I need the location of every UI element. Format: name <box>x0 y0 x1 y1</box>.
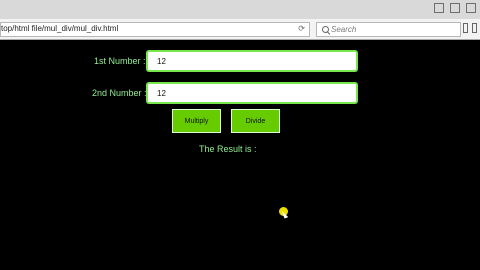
first-number-input[interactable] <box>146 50 358 72</box>
browser-toolbar: top/html file/mul_div/mul_div.html ⟳ Sea… <box>0 19 480 40</box>
multiply-button[interactable]: Multiply <box>172 109 221 133</box>
address-text[interactable]: top/html file/mul_div/mul_div.html <box>1 24 118 33</box>
clipboard-icon[interactable] <box>472 23 477 33</box>
second-number-label: 2nd Number : <box>92 88 147 98</box>
minimize-icon[interactable] <box>434 3 444 13</box>
result-label: The Result is : <box>199 144 257 154</box>
toolbar-icons[interactable] <box>463 23 477 33</box>
window-top-strip <box>0 0 480 19</box>
address-bar[interactable]: top/html file/mul_div/mul_div.html ⟳ <box>0 22 310 37</box>
maximize-icon[interactable] <box>450 3 460 13</box>
reload-icon[interactable]: ⟳ <box>298 24 305 33</box>
search-placeholder: Search <box>331 25 357 34</box>
second-number-input[interactable] <box>146 82 358 104</box>
bookmark-icon[interactable] <box>463 23 468 33</box>
search-icon <box>322 26 329 33</box>
close-icon[interactable] <box>466 3 476 13</box>
browser-search-input[interactable]: Search <box>316 22 461 37</box>
divide-button[interactable]: Divide <box>231 109 280 133</box>
first-number-label: 1st Number : <box>94 56 146 66</box>
window-controls[interactable] <box>434 3 476 15</box>
